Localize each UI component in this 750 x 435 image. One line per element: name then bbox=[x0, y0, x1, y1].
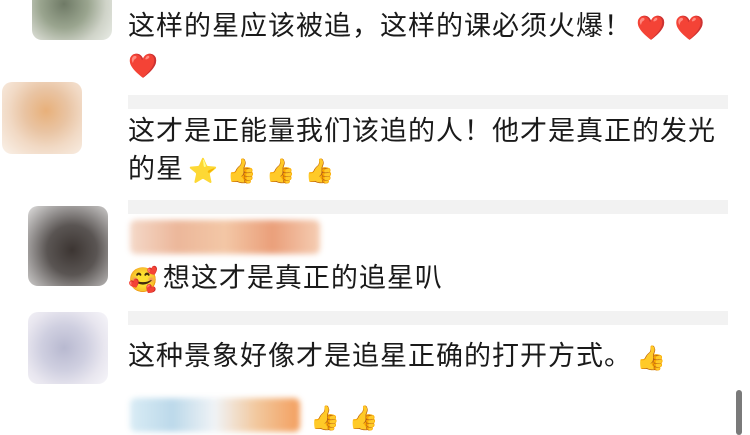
comment-text: 🥰 想这才是真正的追星叭 bbox=[128, 260, 728, 299]
comment-list: 这样的星应该被追，这样的课必须火爆！ ❤️ ❤️ ❤️ 这才是正能量我们该追的人！他… bbox=[0, 0, 750, 435]
thumbs-up-icon: 👍 bbox=[310, 403, 341, 432]
heart-icon: ❤️ bbox=[128, 52, 159, 80]
thumbs-up-icon: 👍 bbox=[304, 156, 336, 185]
comment-text: 👍 👍 bbox=[306, 398, 728, 435]
username-blurred bbox=[130, 398, 300, 432]
thumbs-up-icon: 👍 bbox=[226, 156, 258, 185]
scrollbar[interactable] bbox=[736, 390, 742, 435]
thumbs-up-icon: 👍 bbox=[348, 403, 380, 432]
avatar[interactable] bbox=[28, 312, 108, 384]
thumbs-up-icon: 👍 bbox=[265, 156, 297, 185]
star-icon: ⭐ bbox=[188, 156, 219, 185]
divider bbox=[128, 95, 728, 109]
divider bbox=[128, 200, 728, 214]
avatar[interactable] bbox=[2, 82, 82, 154]
thumbs-up-icon: 👍 bbox=[636, 343, 667, 372]
comment-text: 这样的星应该被追，这样的课必须火爆！ ❤️ ❤️ ❤️ bbox=[128, 8, 728, 85]
username-blurred bbox=[130, 220, 320, 254]
comment-text: 这种景象好像才是追星正确的打开方式。 👍 bbox=[128, 338, 728, 377]
comment-text: 这才是正能量我们该追的人！他才是真正的发光的星 ⭐ 👍 👍 👍 bbox=[128, 113, 728, 190]
avatar[interactable] bbox=[32, 0, 112, 40]
divider bbox=[128, 311, 728, 325]
smiling-face-icon: 🥰 bbox=[128, 265, 159, 294]
heart-icon: ❤️ bbox=[674, 13, 706, 42]
avatar[interactable] bbox=[28, 206, 108, 286]
heart-icon: ❤️ bbox=[636, 13, 667, 42]
